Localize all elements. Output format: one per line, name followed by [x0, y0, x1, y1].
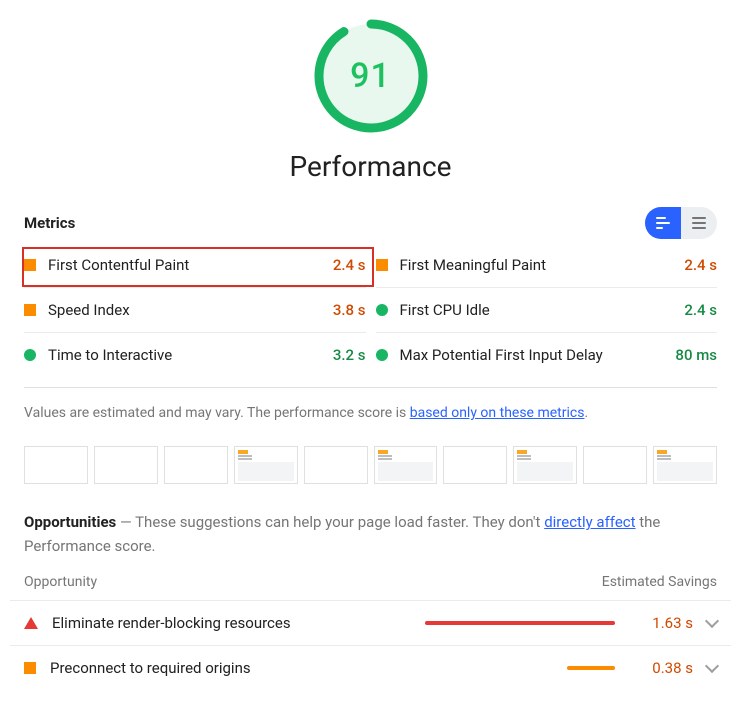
metric-label: Time to Interactive [48, 346, 321, 364]
filmstrip-frame [513, 446, 577, 484]
metric-max-fid[interactable]: Max Potential First Input Delay 80 ms [376, 333, 718, 377]
filmstrip [10, 424, 731, 510]
metric-label: Speed Index [48, 301, 321, 319]
metrics-note: Values are estimated and may vary. The p… [10, 402, 731, 424]
metric-value: 3.2 s [333, 346, 366, 364]
chevron-down-icon [705, 659, 719, 673]
score-value: 91 [311, 16, 431, 136]
circle-pass-icon [24, 349, 36, 361]
triangle-fail-icon [24, 617, 38, 629]
filmstrip-frame [653, 446, 717, 484]
filmstrip-frame [304, 446, 368, 484]
score-gauge-section: 91 Performance [10, 16, 731, 183]
metric-value: 2.4 s [684, 301, 717, 319]
opportunities-heading: Opportunities [24, 513, 116, 531]
opportunity-value: 1.63 s [629, 614, 693, 632]
opportunity-value: 0.38 s [629, 659, 693, 677]
square-warning-icon [24, 259, 36, 271]
metric-value: 80 ms [675, 346, 717, 364]
metric-value: 3.8 s [333, 301, 366, 319]
square-warning-icon [376, 259, 388, 271]
metrics-doc-link[interactable]: based only on these metrics [410, 405, 585, 421]
metrics-heading: Metrics [24, 214, 75, 232]
note-text: Values are estimated and may vary. The p… [24, 405, 410, 421]
opportunity-render-blocking[interactable]: Eliminate render-blocking resources 1.63… [10, 600, 731, 645]
category-title: Performance [290, 150, 452, 183]
opportunities-intro: Opportunities — These suggestions can he… [10, 510, 731, 574]
filmstrip-frame [94, 446, 158, 484]
circle-pass-icon [376, 304, 388, 316]
metric-value: 2.4 s [684, 256, 717, 274]
metric-label: First CPU Idle [400, 301, 673, 319]
filmstrip-frame [24, 446, 88, 484]
opportunity-preconnect[interactable]: Preconnect to required origins 0.38 s [10, 645, 731, 690]
filmstrip-frame [234, 446, 298, 484]
metric-time-to-interactive[interactable]: Time to Interactive 3.2 s [24, 333, 366, 377]
chevron-down-icon [705, 614, 719, 628]
divider [24, 387, 717, 388]
savings-bar [425, 621, 615, 625]
square-warning-icon [24, 304, 36, 316]
summary-icon [656, 217, 670, 229]
savings-col-label: Estimated Savings [602, 574, 717, 590]
metric-first-meaningful-paint[interactable]: First Meaningful Paint 2.4 s [376, 243, 718, 288]
opportunity-col-label: Opportunity [24, 574, 97, 590]
metric-first-cpu-idle[interactable]: First CPU Idle 2.4 s [376, 288, 718, 333]
filmstrip-frame [443, 446, 507, 484]
opportunities-columns: Opportunity Estimated Savings [10, 574, 731, 600]
metric-label: First Contentful Paint [48, 256, 321, 274]
circle-pass-icon [376, 349, 388, 361]
detail-icon [692, 217, 706, 229]
view-summary-button[interactable] [645, 207, 681, 239]
metric-first-contentful-paint[interactable]: First Contentful Paint 2.4 s [24, 243, 366, 288]
opportunity-title: Preconnect to required origins [50, 659, 553, 677]
opportunities-doc-link[interactable]: directly affect [544, 513, 635, 531]
metric-value: 2.4 s [333, 256, 366, 274]
metrics-grid: First Contentful Paint 2.4 s First Meani… [10, 243, 731, 377]
filmstrip-frame [583, 446, 647, 484]
opportunity-title: Eliminate render-blocking resources [52, 614, 411, 632]
note-suffix: . [584, 405, 588, 421]
metrics-view-toggle [645, 207, 717, 239]
filmstrip-frame [164, 446, 228, 484]
view-detail-button[interactable] [681, 207, 717, 239]
square-warning-icon [24, 662, 36, 674]
metric-label: First Meaningful Paint [400, 256, 673, 274]
opportunities-text: — These suggestions can help your page l… [116, 513, 544, 531]
filmstrip-frame [374, 446, 438, 484]
savings-bar [567, 666, 615, 670]
metric-label: Max Potential First Input Delay [400, 346, 664, 364]
score-gauge: 91 [311, 16, 431, 136]
metric-speed-index[interactable]: Speed Index 3.8 s [24, 288, 366, 333]
